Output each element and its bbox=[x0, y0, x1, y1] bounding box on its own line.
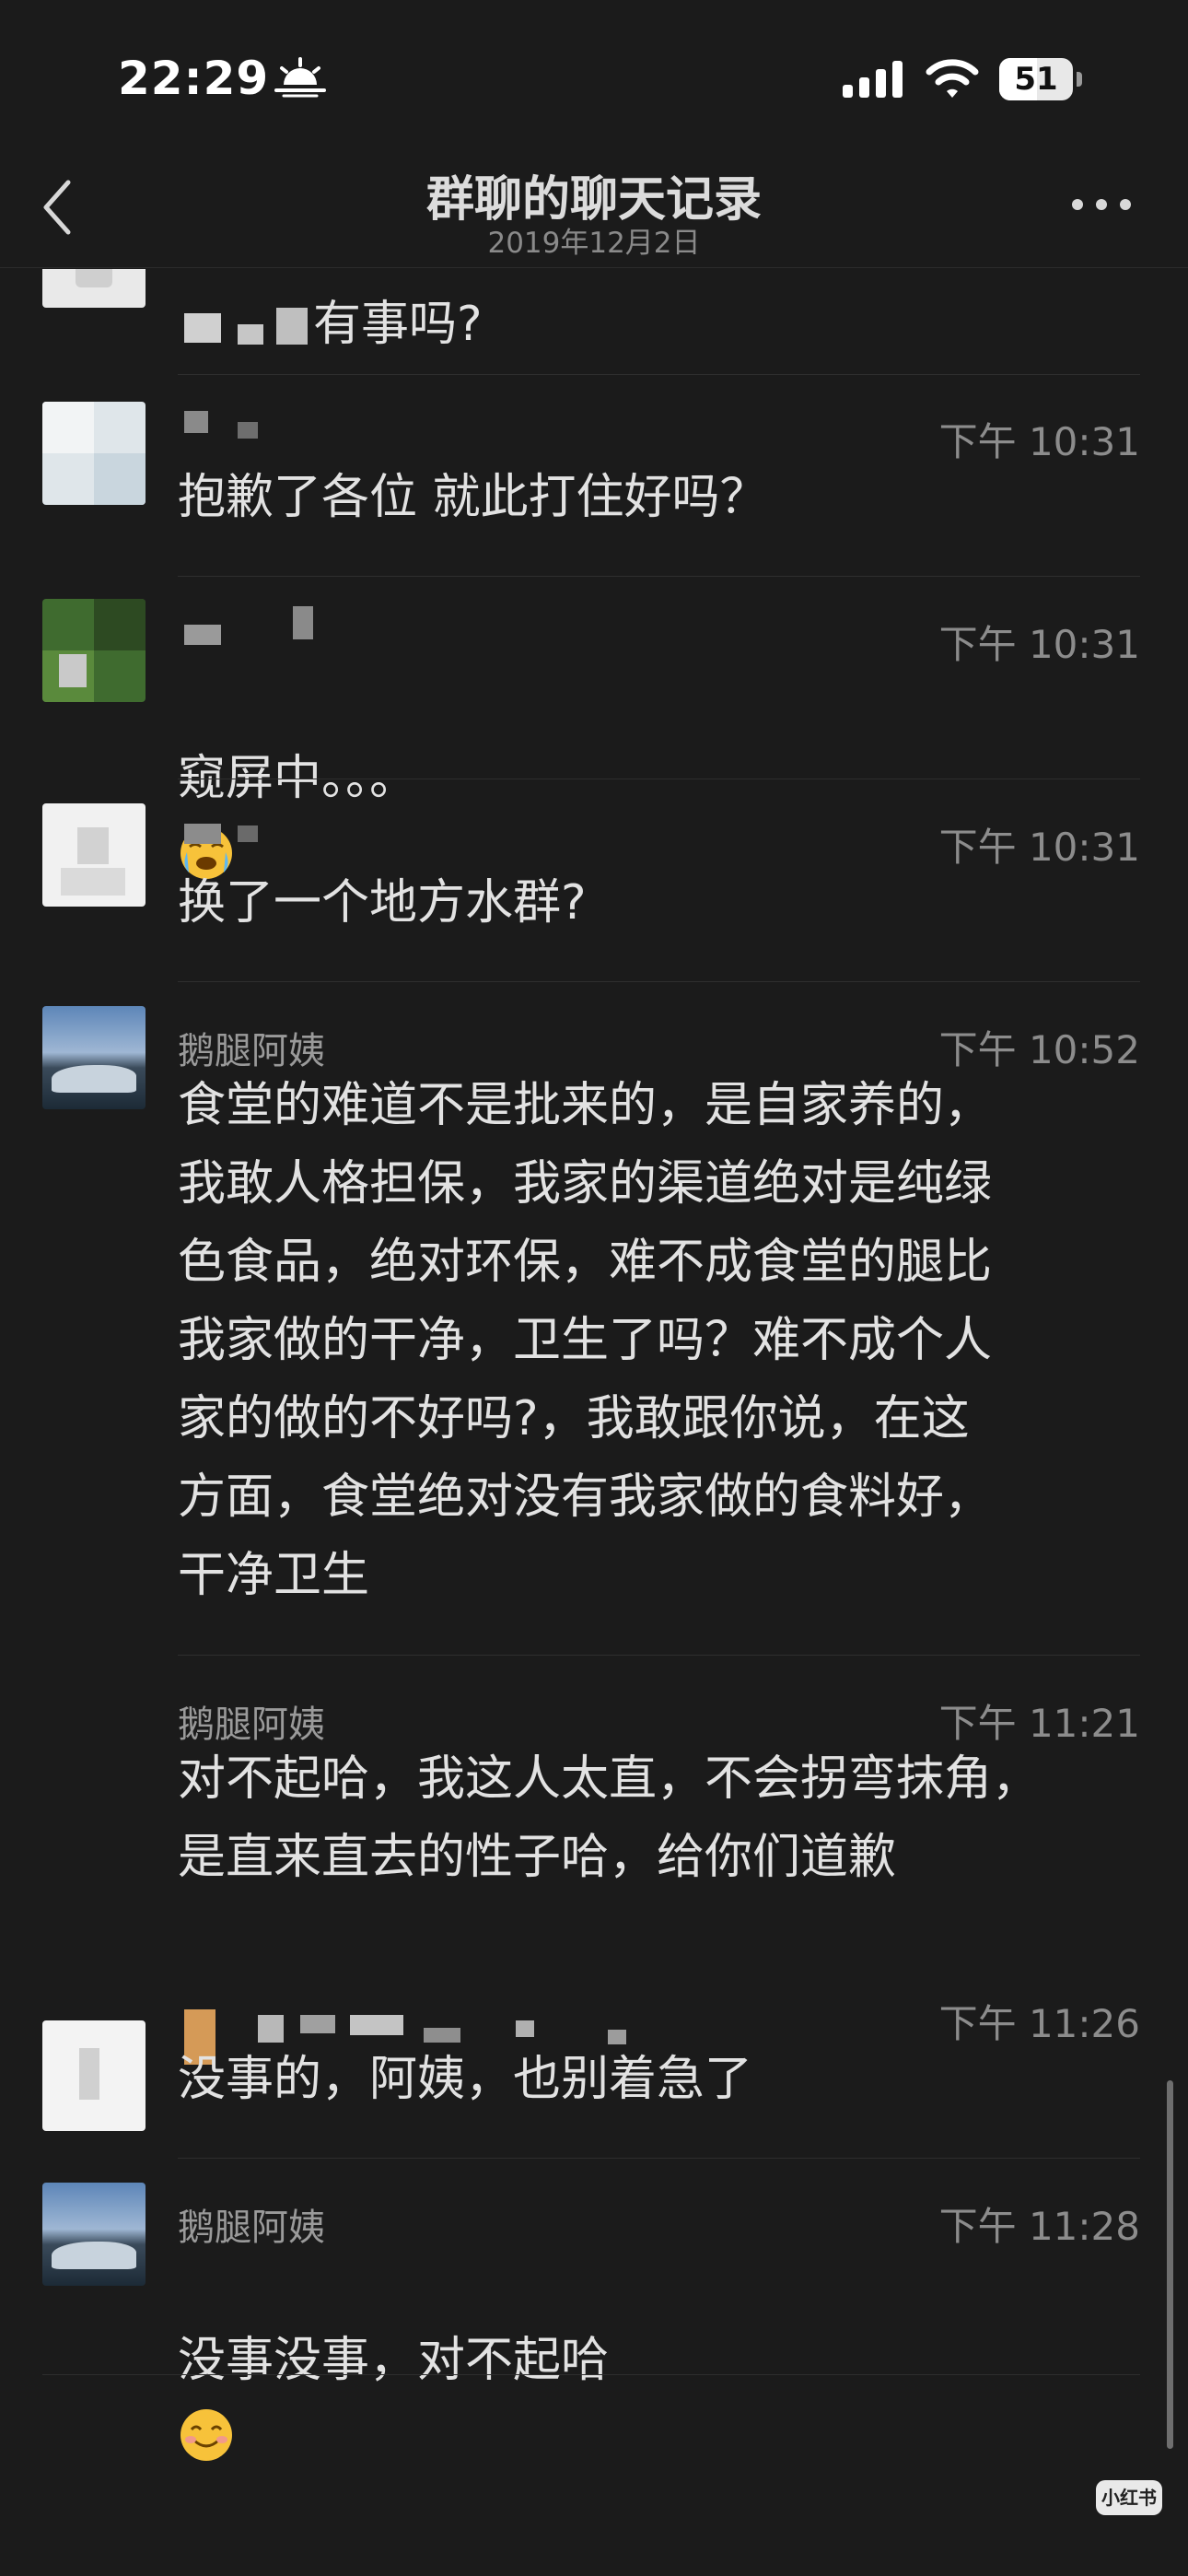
avatar[interactable] bbox=[42, 269, 146, 308]
message-text-content: 没事没事，对不起哈 bbox=[178, 2333, 610, 2388]
redacted-name-mosaic bbox=[184, 824, 221, 844]
redacted-name-mosaic bbox=[238, 825, 258, 842]
status-bar: 22:29 51 bbox=[0, 0, 1188, 138]
message-text: 没事的，阿姨，也别着急了 bbox=[178, 2052, 753, 2107]
redacted-name-mosaic bbox=[516, 2020, 534, 2037]
avatar-landscape bbox=[52, 1065, 136, 1093]
chat-message: 下午 10:31 换了一个地方水群? bbox=[0, 779, 1188, 982]
chat-history-list[interactable]: 有事吗? 下午 10:31 抱歉了各位 就此打住好吗？ 下午 10:31 窥屏中… bbox=[0, 269, 1188, 2576]
message-text: 换了一个地方水群? bbox=[178, 875, 587, 931]
avatar-silhouette bbox=[76, 269, 112, 287]
avatar-mosaic bbox=[59, 654, 87, 687]
chat-message: 下午 10:31 抱歉了各位 就此打住好吗？ bbox=[0, 374, 1188, 577]
more-icon[interactable] bbox=[1070, 195, 1133, 214]
avatar[interactable] bbox=[42, 2020, 146, 2131]
avatar[interactable] bbox=[42, 2183, 146, 2286]
sunrise-icon bbox=[274, 57, 326, 98]
battery-tip bbox=[1077, 72, 1082, 87]
message-text: 抱歉了各位 就此打住好吗？ bbox=[178, 470, 768, 525]
signal-icon bbox=[843, 61, 903, 98]
avatar[interactable] bbox=[42, 402, 146, 505]
message-text: 没事没事，对不起哈 bbox=[178, 2243, 1154, 2478]
avatar[interactable] bbox=[42, 599, 146, 702]
redacted-name-mosaic bbox=[184, 625, 221, 645]
chat-message: 鹅腿阿姨 下午 10:52 食堂的难道不是批来的，是自家养的， 我敢人格担保，我… bbox=[0, 982, 1188, 1656]
avatar-landscape bbox=[52, 2242, 136, 2269]
wifi-icon bbox=[926, 59, 979, 98]
avatar-silhouette bbox=[61, 868, 125, 896]
avatar-mosaic bbox=[94, 453, 146, 505]
page-subtitle-date: 2019年12月2日 bbox=[487, 227, 701, 260]
avatar-mosaic bbox=[94, 599, 146, 650]
chat-message: 下午 11:26 没事的，阿姨，也别着急了 bbox=[0, 1956, 1188, 2159]
battery-percentage: 51 bbox=[1014, 61, 1058, 98]
chat-message: 鹅腿阿姨 下午 11:21 对不起哈，我这人太直，不会拐弯抹角， 是直来直去的性… bbox=[0, 1656, 1188, 1956]
message-text: 食堂的难道不是批来的，是自家养的， 我敢人格担保，我家的渠道绝对是纯绿 色食品，… bbox=[178, 1078, 993, 1603]
chat-message: 有事吗? bbox=[0, 269, 1188, 375]
chat-message: 鹅腿阿姨 下午 11:28 没事没事，对不起哈 bbox=[0, 2159, 1188, 2461]
avatar-silhouette bbox=[77, 827, 109, 864]
chat-scrollbar[interactable] bbox=[1167, 2080, 1173, 2449]
message-divider bbox=[42, 2374, 1140, 2375]
status-time: 22:29 bbox=[118, 52, 270, 105]
redacted-name-mosaic bbox=[184, 411, 208, 433]
redacted-name-mosaic bbox=[300, 2015, 335, 2033]
redacted-name-mosaic bbox=[238, 422, 258, 439]
redacted-name-mosaic bbox=[350, 2015, 403, 2035]
redacted-name-mosaic bbox=[258, 2015, 284, 2043]
avatar[interactable] bbox=[42, 803, 146, 907]
redacted-name-mosaic bbox=[184, 313, 221, 343]
message-text: 对不起哈，我这人太直，不会拐弯抹角， 是直来直去的性子哈，给你们道歉 bbox=[178, 1751, 1041, 1885]
smile-emoji-icon bbox=[181, 2409, 232, 2461]
redacted-name-mosaic bbox=[293, 606, 313, 639]
message-text: 有事吗? bbox=[313, 297, 483, 352]
chat-message: 下午 10:31 窥屏中。。。 bbox=[0, 577, 1188, 879]
watermark-logo: 小红书 bbox=[1096, 2480, 1162, 2515]
avatar[interactable] bbox=[42, 1006, 146, 1109]
avatar-silhouette bbox=[79, 2048, 99, 2100]
avatar-mosaic bbox=[42, 402, 94, 453]
redacted-name-mosaic bbox=[238, 324, 263, 345]
battery-indicator: 51 bbox=[999, 58, 1082, 100]
redacted-name-mosaic bbox=[276, 308, 308, 345]
nav-bar: 群聊的聊天记录 2019年12月2日 bbox=[0, 138, 1188, 268]
